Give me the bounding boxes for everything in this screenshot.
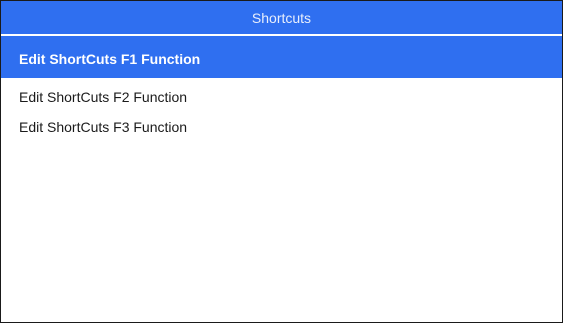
- window-title: Shortcuts: [251, 9, 312, 26]
- shortcuts-dialog: Shortcuts Edit ShortCuts F1 Function Edi…: [0, 0, 563, 323]
- menu-item-edit-shortcut-f1[interactable]: Edit ShortCuts F1 Function: [1, 36, 562, 78]
- menu-item-edit-shortcut-f2[interactable]: Edit ShortCuts F2 Function: [1, 82, 562, 112]
- shortcuts-menu: Edit ShortCuts F1 Function Edit ShortCut…: [1, 36, 562, 142]
- title-bar: Shortcuts: [1, 1, 562, 34]
- menu-item-edit-shortcut-f3[interactable]: Edit ShortCuts F3 Function: [1, 112, 562, 142]
